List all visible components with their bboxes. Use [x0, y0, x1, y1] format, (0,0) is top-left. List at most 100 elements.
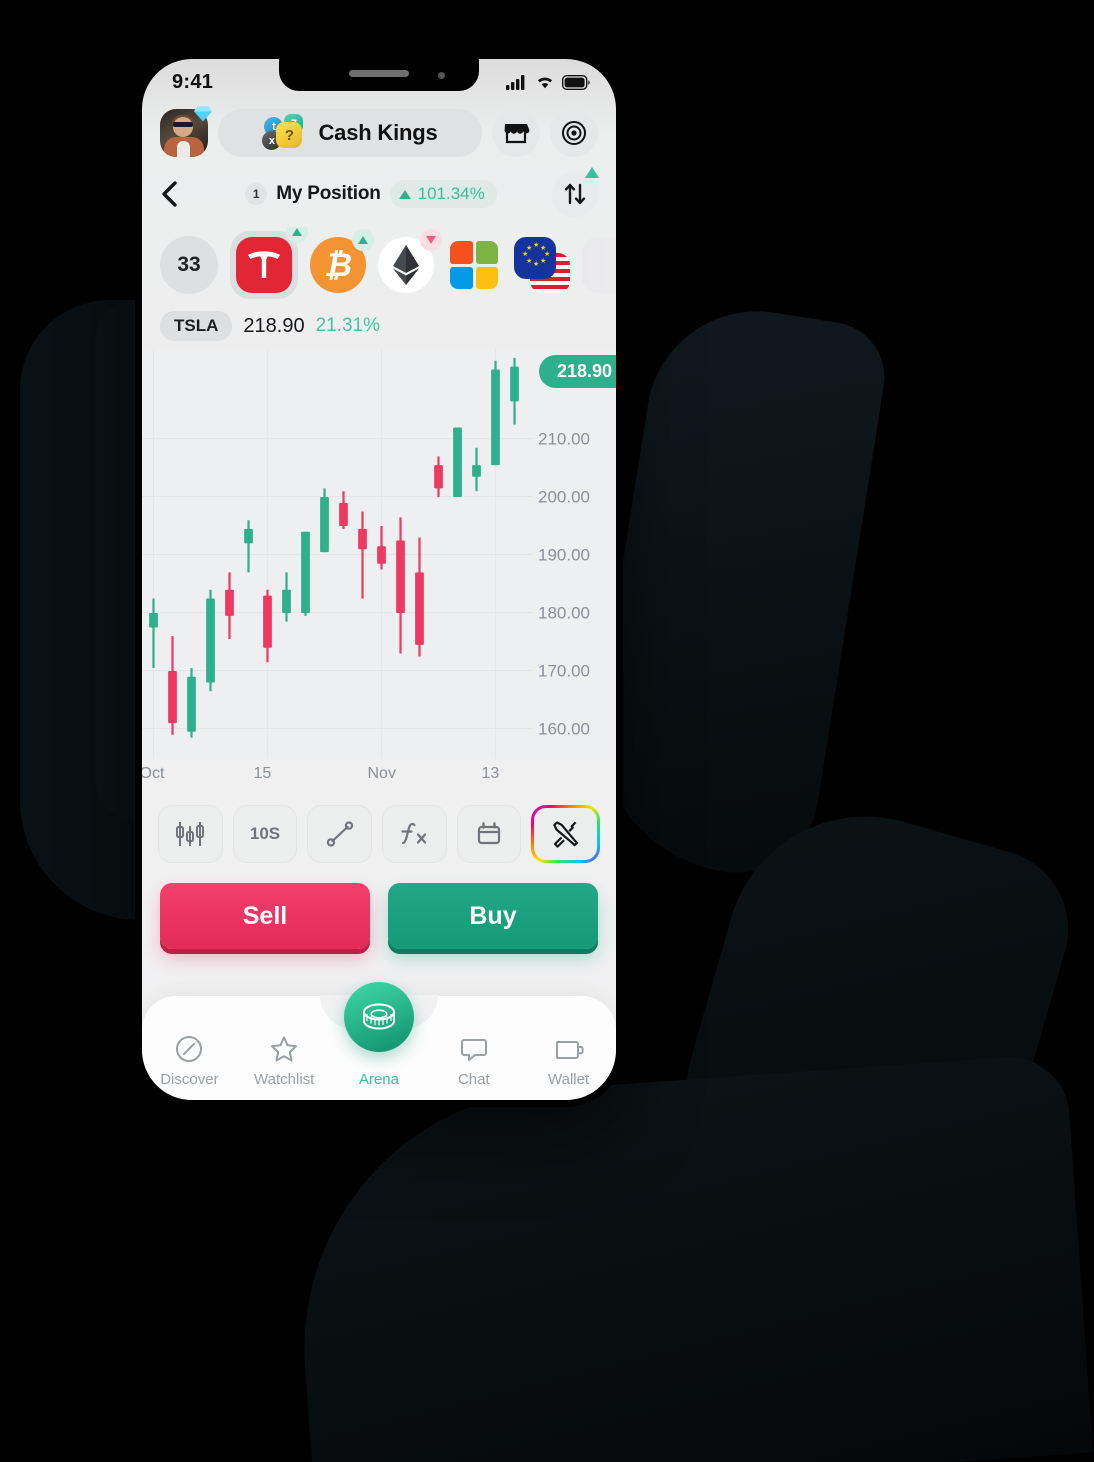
target-icon — [562, 121, 586, 145]
position-header: 1 My Position 101.34% — [142, 165, 616, 227]
chart-y-tick-label: 180.00 — [538, 603, 590, 622]
eurusd-flag-icon: ★ ★ ★ ★ ★ ★ ★ ★ — [514, 237, 570, 293]
candle — [187, 668, 196, 738]
compass-icon — [176, 1036, 203, 1062]
triangle-up-icon — [358, 236, 368, 244]
price-chart[interactable]: 210.00 200.00 190.00 180.00 170.00 160.00 218… — [142, 349, 616, 759]
hand-thumb-shape — [577, 295, 893, 885]
ticker-change: 21.31% — [315, 315, 381, 336]
position-summary: 1 My Position 101.34% — [200, 180, 542, 208]
chart-y-tick-label: 200.00 — [538, 488, 590, 507]
tesla-icon — [236, 237, 292, 293]
indicators-button[interactable] — [382, 805, 447, 863]
nav-item-watchlist[interactable]: Watchlist — [237, 1034, 332, 1088]
avatar-shirt — [177, 141, 190, 157]
shop-button[interactable] — [492, 109, 540, 157]
candle — [453, 427, 462, 498]
asset-direction-badge-down — [420, 229, 442, 251]
asset-count-value: 33 — [160, 236, 218, 294]
asset-item-btc[interactable]: ₿ — [310, 229, 374, 293]
nav-item-arena[interactable]: Arena — [332, 1034, 427, 1088]
trendline-button[interactable] — [307, 805, 373, 863]
room-coins-icon: t 7 x ? — [262, 114, 308, 152]
ticker-row: TSLA 218.90 21.31% — [142, 305, 616, 347]
position-change-badge: 101.34% — [389, 180, 497, 208]
triangle-up-icon — [398, 189, 411, 199]
asset-direction-badge-up — [352, 229, 374, 251]
chart-toolbar[interactable]: 10S — [142, 793, 616, 869]
phone-screen: 9:41 t x ? Cash Kings 1 My Position 101.… — [142, 59, 616, 1100]
hand-shape — [286, 1053, 1094, 1462]
asset-partial-icon — [582, 237, 616, 293]
chart-x-tick-label: Oct — [142, 765, 165, 782]
avatar-face — [173, 117, 193, 137]
trendline-icon — [326, 821, 353, 847]
triangle-down-icon — [426, 236, 436, 244]
nav-label-chat: Chat — [457, 1071, 490, 1088]
nav-item-discover[interactable]: Discover — [142, 1034, 237, 1088]
wifi-icon — [537, 77, 553, 89]
nav-label-arena: Arena — [358, 1071, 399, 1088]
asset-item-msft[interactable] — [446, 237, 502, 293]
calendar-icon — [477, 822, 501, 845]
chart-x-tick-label: Nov — [367, 765, 396, 782]
back-button[interactable] — [160, 180, 190, 208]
room-pill[interactable]: t 7 x ? Cash Kings — [218, 109, 482, 157]
asset-item-eth[interactable] — [378, 229, 442, 293]
asset-selector-row[interactable]: 33 ₿ ★ ★ ★ ★ ★ ★ ★ ★ — [142, 227, 616, 305]
avatar[interactable] — [160, 106, 212, 157]
chevron-left-icon — [162, 181, 177, 207]
calendar-button[interactable] — [456, 805, 522, 863]
interval-button[interactable]: 10S — [232, 805, 298, 863]
sort-button[interactable] — [552, 167, 599, 217]
eu-flag-icon: ★ ★ ★ ★ ★ ★ ★ ★ — [514, 237, 556, 279]
target-button[interactable] — [550, 109, 598, 157]
status-time: 9:41 — [172, 70, 214, 93]
coin-4: ? — [276, 122, 303, 148]
status-indicators — [506, 74, 590, 90]
ticker-price: 218.90 — [243, 314, 305, 337]
phone-notch — [279, 59, 479, 91]
candle — [491, 360, 500, 466]
sort-arrows-icon — [564, 183, 586, 205]
tools-button-inner — [534, 808, 598, 860]
battery-icon — [562, 74, 590, 90]
ticker-symbol[interactable]: TSLA — [160, 311, 233, 341]
nav-label-watchlist: Watchlist — [254, 1071, 315, 1088]
nav-item-wallet[interactable]: Wallet — [521, 1034, 616, 1088]
page-title: My Position — [276, 183, 381, 204]
position-change-value: 101.34% — [417, 184, 485, 203]
chart-x-tick-label: 13 — [481, 765, 500, 782]
last-price-tag: 218.90 — [538, 355, 616, 388]
star-icon — [271, 1036, 298, 1062]
asset-count-badge[interactable]: 33 — [160, 236, 218, 294]
stadium-icon — [363, 1003, 395, 1030]
candle — [320, 488, 329, 553]
nav-label-discover: Discover — [160, 1071, 219, 1088]
nav-item-chat[interactable]: Chat — [426, 1034, 521, 1088]
screenshot-stage: 9:41 t x ? Cash Kings 1 My Position 101.… — [0, 0, 1094, 1462]
room-title: Cash Kings — [318, 120, 438, 145]
avatar-sunglasses — [173, 122, 193, 127]
trade-actions[interactable]: Sell Buy — [142, 869, 616, 959]
candle — [206, 589, 215, 692]
position-rank-badge: 1 — [245, 183, 268, 205]
sell-button[interactable]: Sell — [160, 883, 370, 949]
earpiece-speaker — [349, 70, 409, 77]
asset-item-tsla[interactable] — [230, 227, 308, 299]
buy-button[interactable]: Buy — [388, 883, 598, 949]
phone-frame: 9:41 t x ? Cash Kings 1 My Position 101.… — [135, 52, 623, 1107]
wallet-icon — [555, 1041, 584, 1059]
diamond-badge-icon — [194, 106, 212, 122]
chart-x-tick-label: 15 — [253, 765, 272, 782]
tools-button[interactable] — [531, 805, 601, 863]
nav-items[interactable]: Discover Watchlist Arena Chat Wallet — [142, 1034, 616, 1088]
tools-icon — [552, 821, 578, 848]
triangle-up-icon — [585, 167, 599, 178]
candlestick-chart[interactable]: 210.00 200.00 190.00 180.00 170.00 160.00 — [142, 349, 616, 759]
bottom-navigation[interactable]: Discover Watchlist Arena Chat Wallet — [142, 980, 616, 1100]
asset-item-next[interactable] — [582, 237, 616, 293]
chart-type-button[interactable] — [158, 805, 223, 863]
asset-item-eurusd[interactable]: ★ ★ ★ ★ ★ ★ ★ ★ — [514, 237, 570, 293]
nav-label-wallet: Wallet — [548, 1071, 590, 1088]
